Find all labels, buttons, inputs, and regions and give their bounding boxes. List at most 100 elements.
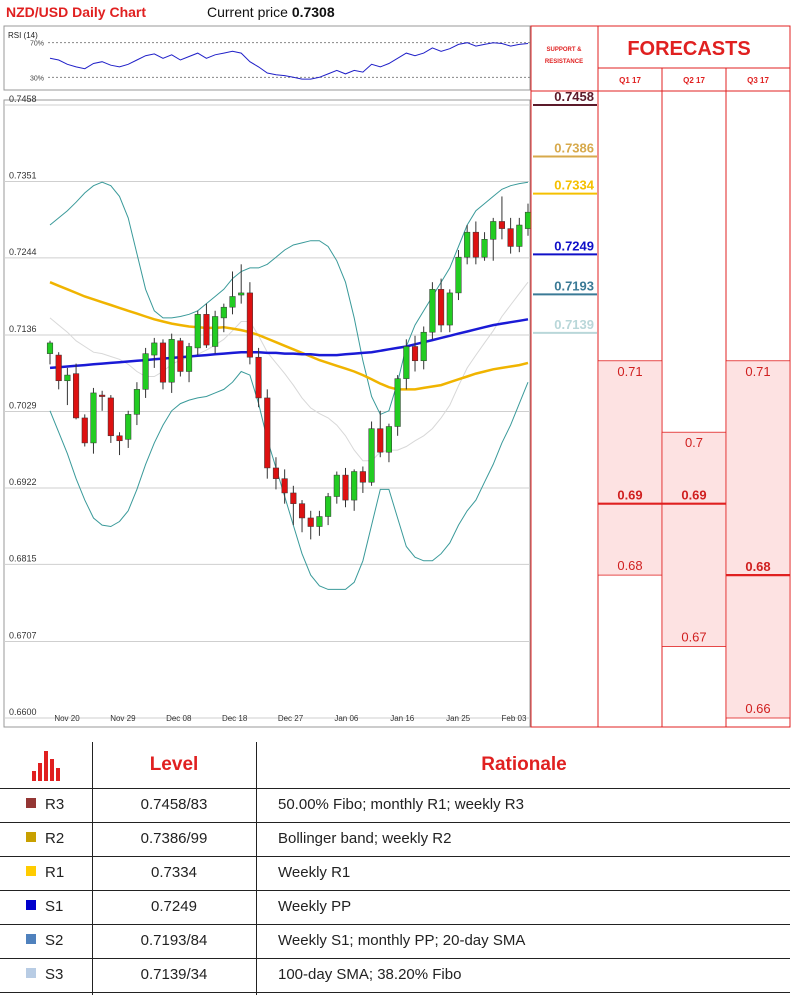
candle-body (99, 394, 106, 397)
forecast-mid: 0.69 (681, 488, 706, 503)
level-swatch (26, 866, 36, 877)
x-tick-label: Nov 29 (110, 714, 136, 723)
level-value-label: 0.7334 (554, 178, 595, 193)
y-tick-label: 0.6815 (9, 553, 37, 563)
candle-body (194, 314, 201, 349)
x-tick-label: Dec 08 (166, 714, 192, 723)
candle-body (142, 353, 149, 390)
table-row: S2 0.7193/84 Weekly S1; monthly PP; 20-day… (0, 924, 790, 959)
table-row: R2 0.7386/99 Bollinger band; weekly R2 (0, 822, 790, 857)
level-value: 0.7193/84 (140, 932, 208, 949)
levels-table-header: Level Rationale (0, 742, 790, 789)
forecast-low: 0.66 (745, 701, 770, 716)
candle-body (90, 392, 97, 444)
table-row: R3 0.7458/83 50.00% Fibo; monthly R1; week… (0, 788, 790, 823)
quarter-label: Q2 17 (683, 76, 705, 85)
candle-body (342, 474, 349, 501)
level-name: R1 (45, 864, 65, 881)
level-rationale: Weekly PP (278, 898, 352, 915)
candle-body (168, 339, 175, 383)
candle-body (229, 296, 236, 308)
candle-body (73, 373, 80, 419)
candle-body (481, 239, 488, 258)
candle-body (403, 346, 410, 379)
candle-body (151, 342, 158, 356)
y-tick-label: 0.7458 (9, 94, 37, 104)
candle-body (116, 435, 123, 442)
level-swatch (26, 934, 36, 945)
candle (159, 339, 167, 390)
level-name: R3 (45, 796, 65, 813)
candle-body (272, 467, 280, 479)
candle (455, 250, 462, 301)
candle-body (281, 478, 288, 494)
candle-body (220, 306, 227, 319)
x-tick-label: Jan 16 (390, 714, 415, 723)
candle-body (177, 340, 184, 372)
x-tick-label: Jan 06 (334, 714, 359, 723)
y-tick-label: 0.7029 (9, 401, 37, 411)
forecast-high: 0.71 (617, 364, 642, 379)
level-value: 0.7334 (151, 864, 197, 881)
rsi-label: RSI (14) (8, 31, 38, 40)
x-tick-label: Dec 27 (278, 714, 304, 723)
candle-body (359, 471, 366, 483)
x-tick-label: Feb 03 (502, 714, 527, 723)
candle-body (368, 428, 375, 483)
level-rationale: 50.00% Fibo; monthly R1; weekly R3 (278, 796, 524, 813)
level-value: 0.7139/34 (140, 966, 208, 983)
candle-body (125, 414, 132, 440)
rsi-level-70: 70% (30, 41, 44, 48)
level-rationale: 100-day SMA; 38.20% Fibo (278, 966, 462, 983)
forecasts-title: FORECASTS (627, 38, 750, 60)
x-tick-label: Nov 20 (54, 714, 80, 723)
candle-body (316, 516, 323, 527)
level-value-label: 0.7386 (554, 140, 594, 155)
candle-body (333, 474, 340, 497)
candle-body (524, 211, 532, 229)
candle-body (429, 289, 436, 333)
level-value-label: 0.7458 (554, 89, 594, 104)
table-row: R1 0.7334 Weekly R1 (0, 856, 790, 891)
candle-body (385, 426, 392, 453)
candle-body (394, 378, 401, 427)
forecast-low: 0.68 (617, 558, 642, 573)
candle-body (255, 356, 262, 399)
rationale-header: Rationale (481, 754, 567, 775)
candle-body (264, 397, 271, 469)
level-name: S2 (45, 932, 64, 949)
quarter-label: Q3 17 (747, 76, 769, 85)
level-value: 0.7458/83 (140, 796, 208, 813)
candle-body (464, 231, 471, 258)
candle-body (472, 231, 479, 258)
candle-body (46, 342, 54, 354)
forecast-mid: 0.68 (745, 559, 770, 574)
candle-body (298, 503, 306, 519)
level-swatch (26, 798, 36, 809)
candle (177, 337, 184, 377)
y-tick-label: 0.6600 (9, 707, 37, 717)
x-tick-label: Dec 18 (222, 714, 248, 723)
level-name: S1 (45, 898, 64, 915)
candle-body (55, 354, 62, 382)
candle-body (377, 428, 384, 453)
candle-body (490, 221, 497, 240)
candle-body (246, 292, 253, 358)
y-tick-label: 0.7244 (9, 247, 37, 257)
rsi-panel (3, 25, 531, 91)
x-tick-label: Jan 25 (446, 714, 471, 723)
candle (81, 414, 88, 447)
y-tick-label: 0.6707 (9, 631, 37, 641)
quarter-label: Q1 17 (619, 76, 641, 85)
forecast-high: 0.7 (685, 435, 703, 450)
column-divider (256, 742, 257, 995)
level-rationale: Weekly S1; monthly PP; 20-day SMA (278, 932, 526, 949)
candle-body (238, 292, 245, 296)
candle-body (203, 314, 210, 346)
forecast-mid: 0.69 (617, 488, 642, 503)
candle (246, 282, 253, 365)
candle-body (455, 256, 462, 294)
candle (264, 389, 271, 479)
sr-label: RESISTANCE (545, 59, 583, 65)
forecast-range (597, 360, 663, 576)
